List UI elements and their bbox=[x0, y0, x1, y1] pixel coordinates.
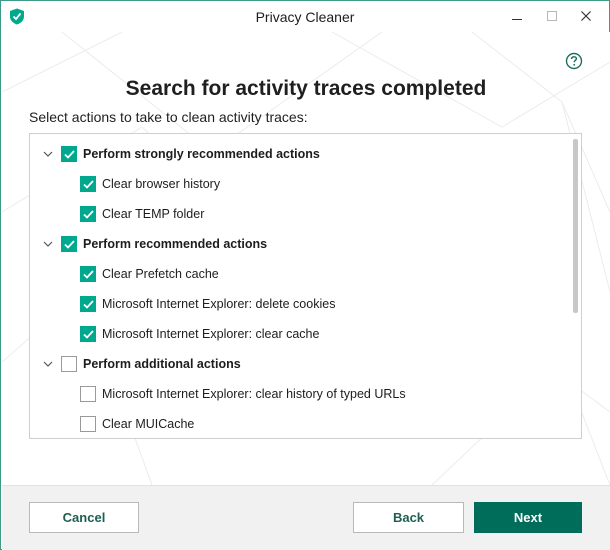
action-row-clear-temp-folder[interactable]: Clear TEMP folder bbox=[80, 199, 204, 229]
maximize-button[interactable] bbox=[540, 1, 563, 30]
action-label: Microsoft Internet Explorer: clear cache bbox=[102, 327, 320, 341]
action-label: Clear browser history bbox=[102, 177, 221, 191]
maximize-icon bbox=[546, 10, 557, 21]
checkbox[interactable] bbox=[61, 146, 77, 162]
checkmark-icon bbox=[63, 149, 75, 159]
minimize-button[interactable] bbox=[494, 1, 540, 30]
checkbox[interactable] bbox=[61, 236, 77, 252]
checkmark-icon bbox=[82, 179, 94, 189]
next-button[interactable]: Next bbox=[474, 502, 582, 533]
checkmark-icon bbox=[82, 269, 94, 279]
chevron-down-icon[interactable] bbox=[42, 358, 54, 370]
chevron-down-icon[interactable] bbox=[42, 148, 54, 160]
scrollbar-thumb[interactable] bbox=[573, 139, 578, 313]
action-row-ie-clear-cache[interactable]: Microsoft Internet Explorer: clear cache bbox=[80, 319, 319, 349]
minimize-icon bbox=[512, 19, 522, 20]
page-heading: Search for activity traces completed bbox=[125, 77, 487, 100]
chevron-down-icon[interactable] bbox=[42, 238, 54, 250]
checkbox[interactable] bbox=[80, 206, 96, 222]
group-label: Perform additional actions bbox=[83, 357, 241, 371]
checkbox[interactable] bbox=[80, 266, 96, 282]
action-row-clear-muicache[interactable]: Clear MUICache bbox=[80, 409, 195, 438]
action-label: Microsoft Internet Explorer: clear histo… bbox=[102, 387, 406, 401]
checkbox[interactable] bbox=[80, 176, 96, 192]
group-row-additional[interactable]: Perform additional actions bbox=[42, 349, 241, 379]
action-row-clear-prefetch-cache[interactable]: Clear Prefetch cache bbox=[80, 259, 219, 289]
checkmark-icon bbox=[63, 239, 75, 249]
checkmark-icon bbox=[82, 299, 94, 309]
help-icon[interactable] bbox=[565, 52, 583, 70]
action-label: Clear TEMP folder bbox=[102, 207, 205, 221]
group-row-recommended[interactable]: Perform recommended actions bbox=[42, 229, 267, 259]
instruction-text: Select actions to take to clean activity… bbox=[29, 109, 308, 125]
group-label: Perform recommended actions bbox=[83, 237, 268, 251]
scrollbar[interactable] bbox=[573, 139, 578, 433]
group-label: Perform strongly recommended actions bbox=[83, 147, 320, 161]
action-row-clear-browser-history[interactable]: Clear browser history bbox=[80, 169, 220, 199]
checkbox[interactable] bbox=[80, 326, 96, 342]
checkmark-icon bbox=[82, 329, 94, 339]
action-label: Clear Prefetch cache bbox=[102, 267, 219, 281]
action-label: Clear MUICache bbox=[102, 417, 195, 431]
actions-list[interactable]: Perform strongly recommended actions Cle… bbox=[29, 133, 582, 439]
footer: Cancel Back Next bbox=[2, 485, 610, 550]
group-row-strongly-recommended[interactable]: Perform strongly recommended actions bbox=[42, 139, 320, 169]
close-button[interactable] bbox=[563, 1, 609, 30]
action-row-ie-clear-typed-urls[interactable]: Microsoft Internet Explorer: clear histo… bbox=[80, 379, 406, 409]
checkbox[interactable] bbox=[80, 386, 96, 402]
action-label: Microsoft Internet Explorer: delete cook… bbox=[102, 297, 336, 311]
cancel-button[interactable]: Cancel bbox=[29, 502, 139, 533]
checkbox[interactable] bbox=[80, 296, 96, 312]
checkbox[interactable] bbox=[61, 356, 77, 372]
close-icon bbox=[581, 10, 591, 21]
back-button[interactable]: Back bbox=[353, 502, 464, 533]
action-row-ie-delete-cookies[interactable]: Microsoft Internet Explorer: delete cook… bbox=[80, 289, 335, 319]
privacy-cleaner-window: Privacy Cleaner Search for activity trac… bbox=[0, 0, 610, 550]
checkbox[interactable] bbox=[80, 416, 96, 432]
title-bar[interactable]: Privacy Cleaner bbox=[1, 1, 609, 32]
checkmark-icon bbox=[82, 209, 94, 219]
